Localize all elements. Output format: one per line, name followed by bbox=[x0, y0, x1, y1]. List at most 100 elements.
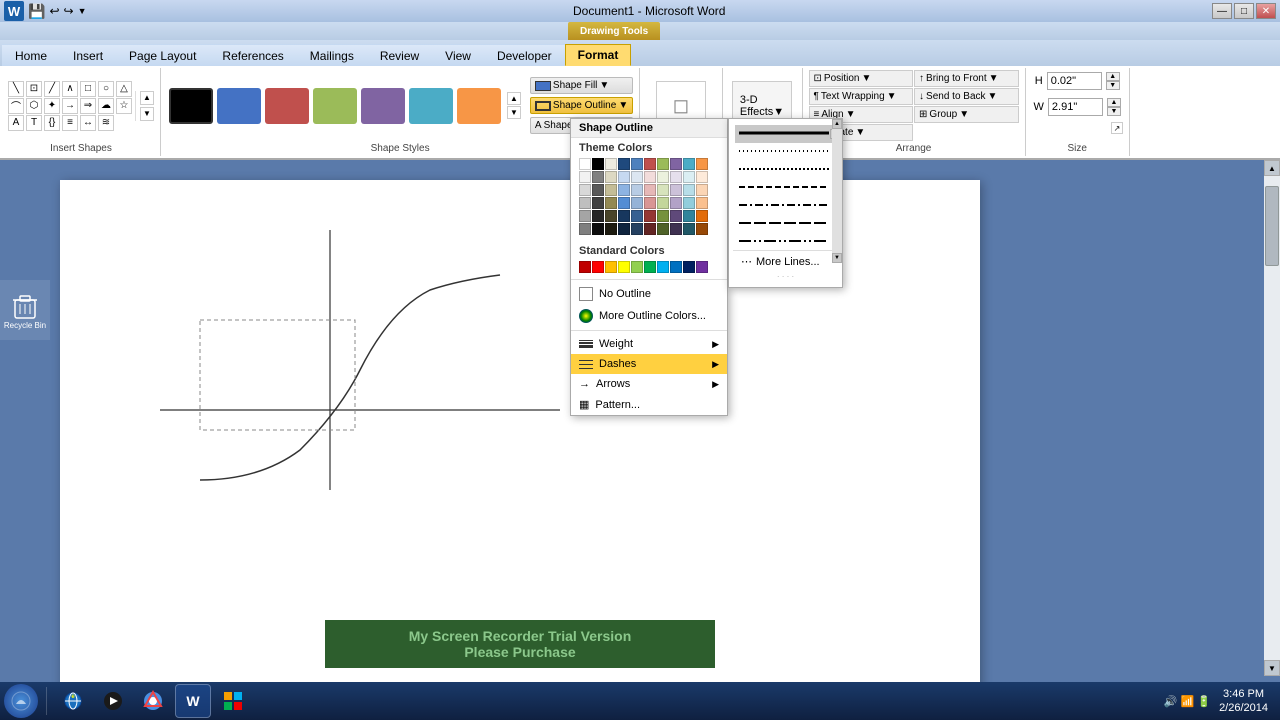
theme-color-41[interactable] bbox=[592, 210, 604, 222]
theme-color-1[interactable] bbox=[592, 158, 604, 170]
theme-color-44[interactable] bbox=[631, 210, 643, 222]
dash-option-long-dash[interactable] bbox=[735, 197, 836, 215]
minimize-button[interactable]: — bbox=[1212, 3, 1232, 19]
recycle-bin[interactable]: Recycle Bin bbox=[0, 280, 50, 340]
swatch-green[interactable] bbox=[313, 88, 357, 124]
theme-color-36[interactable] bbox=[657, 197, 669, 209]
theme-color-50[interactable] bbox=[579, 223, 591, 235]
send-to-back-button[interactable]: ↓ Send to Back▼ bbox=[914, 88, 1019, 105]
standard-color-7[interactable] bbox=[670, 261, 682, 273]
theme-color-22[interactable] bbox=[605, 184, 617, 196]
shape-icon-6[interactable]: ○ bbox=[98, 81, 114, 97]
theme-color-25[interactable] bbox=[644, 184, 656, 196]
swatch-red[interactable] bbox=[265, 88, 309, 124]
theme-color-45[interactable] bbox=[644, 210, 656, 222]
theme-color-32[interactable] bbox=[605, 197, 617, 209]
height-up-btn[interactable]: ▲ bbox=[1106, 72, 1120, 81]
theme-color-40[interactable] bbox=[579, 210, 591, 222]
tab-format[interactable]: Format bbox=[565, 44, 632, 66]
theme-color-39[interactable] bbox=[696, 197, 708, 209]
theme-color-48[interactable] bbox=[683, 210, 695, 222]
shape-fill-button[interactable]: Shape Fill▼ bbox=[530, 77, 633, 94]
close-button[interactable]: ✕ bbox=[1256, 3, 1276, 19]
swatches-expand[interactable]: ▲ ▼ bbox=[507, 92, 521, 119]
theme-color-31[interactable] bbox=[592, 197, 604, 209]
theme-color-2[interactable] bbox=[605, 158, 617, 170]
theme-color-47[interactable] bbox=[670, 210, 682, 222]
swatch-orange[interactable] bbox=[457, 88, 501, 124]
tab-references[interactable]: References bbox=[209, 44, 296, 66]
theme-color-7[interactable] bbox=[670, 158, 682, 170]
theme-color-14[interactable] bbox=[631, 171, 643, 183]
dashes-scroll-down[interactable]: ▼ bbox=[832, 253, 842, 263]
width-down-btn[interactable]: ▼ bbox=[1107, 107, 1121, 116]
theme-color-0[interactable] bbox=[579, 158, 591, 170]
theme-color-12[interactable] bbox=[605, 171, 617, 183]
text-wrapping-button[interactable]: ¶ Text Wrapping▼ bbox=[809, 88, 914, 105]
shape-icon-14[interactable]: ☆ bbox=[116, 98, 132, 114]
dash-option-long-dash-dot[interactable] bbox=[735, 233, 836, 248]
shape-icon-11[interactable]: → bbox=[62, 98, 78, 114]
theme-color-33[interactable] bbox=[618, 197, 630, 209]
theme-color-6[interactable] bbox=[657, 158, 669, 170]
theme-color-3[interactable] bbox=[618, 158, 630, 170]
group-button[interactable]: ⊞ Group▼ bbox=[914, 106, 1019, 123]
theme-color-10[interactable] bbox=[579, 171, 591, 183]
theme-color-42[interactable] bbox=[605, 210, 617, 222]
shape-icon-1[interactable]: ╲ bbox=[8, 81, 24, 97]
quick-access-undo[interactable]: ↩ bbox=[49, 4, 59, 18]
theme-color-27[interactable] bbox=[670, 184, 682, 196]
theme-color-53[interactable] bbox=[618, 223, 630, 235]
theme-color-57[interactable] bbox=[670, 223, 682, 235]
standard-color-4[interactable] bbox=[631, 261, 643, 273]
standard-color-5[interactable] bbox=[644, 261, 656, 273]
theme-color-21[interactable] bbox=[592, 184, 604, 196]
tab-mailings[interactable]: Mailings bbox=[297, 44, 367, 66]
standard-color-9[interactable] bbox=[696, 261, 708, 273]
scroll-down-btn[interactable]: ▼ bbox=[1264, 660, 1280, 676]
shape-icon-9[interactable]: ⬡ bbox=[26, 98, 42, 114]
theme-color-34[interactable] bbox=[631, 197, 643, 209]
chrome-button[interactable] bbox=[135, 684, 171, 718]
standard-color-6[interactable] bbox=[657, 261, 669, 273]
standard-color-8[interactable] bbox=[683, 261, 695, 273]
theme-color-17[interactable] bbox=[670, 171, 682, 183]
dash-option-long-dash2[interactable] bbox=[735, 215, 836, 233]
tab-home[interactable]: Home bbox=[2, 44, 60, 66]
dash-option-dash[interactable] bbox=[735, 179, 836, 197]
theme-color-58[interactable] bbox=[683, 223, 695, 235]
standard-color-2[interactable] bbox=[605, 261, 617, 273]
shape-icon-10[interactable]: ✦ bbox=[44, 98, 60, 114]
theme-color-20[interactable] bbox=[579, 184, 591, 196]
word-icon[interactable]: W bbox=[4, 1, 24, 21]
width-input[interactable] bbox=[1048, 98, 1103, 116]
standard-color-0[interactable] bbox=[579, 261, 591, 273]
theme-color-23[interactable] bbox=[618, 184, 630, 196]
theme-color-26[interactable] bbox=[657, 184, 669, 196]
tab-view[interactable]: View bbox=[432, 44, 484, 66]
word-taskbar-button[interactable]: W bbox=[175, 684, 211, 718]
quick-access-dropdown[interactable]: ▼ bbox=[78, 6, 87, 16]
theme-color-15[interactable] bbox=[644, 171, 656, 183]
dash-option-solid[interactable]: ▲ bbox=[735, 125, 836, 143]
theme-color-24[interactable] bbox=[631, 184, 643, 196]
shape-icon-2[interactable]: ⊡ bbox=[26, 81, 42, 97]
shape-icon-19[interactable]: ↔ bbox=[80, 115, 96, 131]
scroll-up-btn[interactable]: ▲ bbox=[1264, 160, 1280, 176]
tab-insert[interactable]: Insert bbox=[60, 44, 116, 66]
theme-color-11[interactable] bbox=[592, 171, 604, 183]
shape-icon-5[interactable]: □ bbox=[80, 81, 96, 97]
pattern-item[interactable]: ▦ Pattern... bbox=[571, 394, 727, 415]
tab-review[interactable]: Review bbox=[367, 44, 432, 66]
standard-color-1[interactable] bbox=[592, 261, 604, 273]
shape-icon-16[interactable]: T bbox=[26, 115, 42, 131]
bring-to-front-button[interactable]: ↑ Bring to Front▼ bbox=[914, 70, 1019, 87]
theme-color-28[interactable] bbox=[683, 184, 695, 196]
height-input[interactable] bbox=[1047, 72, 1102, 90]
maximize-button[interactable]: □ bbox=[1234, 3, 1254, 19]
theme-color-38[interactable] bbox=[683, 197, 695, 209]
dashes-scrollbar[interactable]: ▲ ▼ bbox=[832, 119, 842, 263]
theme-color-5[interactable] bbox=[644, 158, 656, 170]
weight-item[interactable]: Weight ▶ bbox=[571, 334, 727, 354]
width-up-btn[interactable]: ▲ bbox=[1107, 98, 1121, 107]
